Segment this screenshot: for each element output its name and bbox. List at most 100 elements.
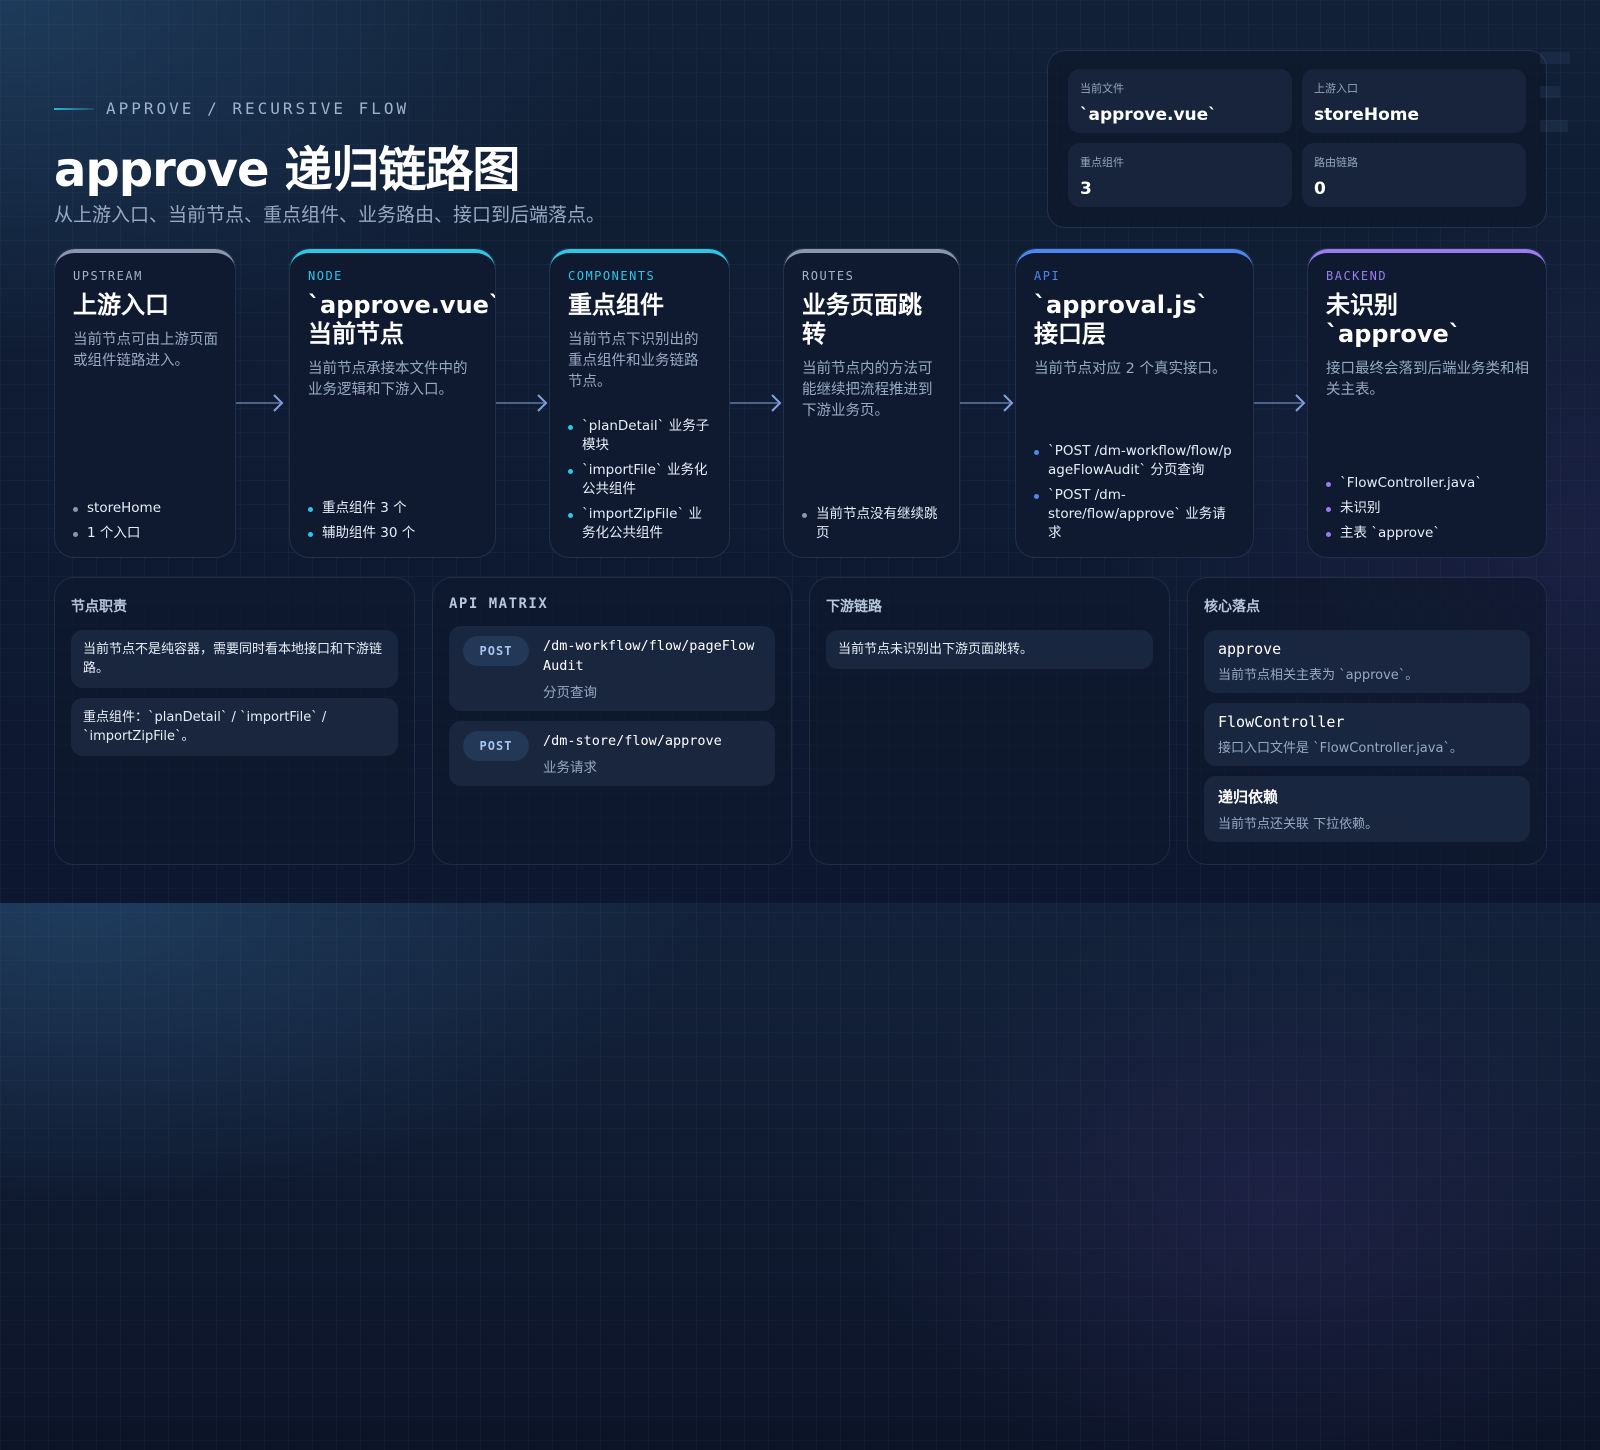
http-method-badge: POST <box>463 731 529 761</box>
background-bottom <box>0 903 1600 1450</box>
eyebrow: APPROVE / RECURSIVE FLOW <box>54 99 409 118</box>
stat-current-file: 当前文件 `approve.vue` <box>1068 69 1292 133</box>
core-item-description: 当前节点还关联 下拉依赖。 <box>1218 817 1379 832</box>
core-item: FlowController 接口入口文件是 `FlowController.j… <box>1204 703 1530 766</box>
bullet-dot <box>73 507 78 512</box>
panel-title: 核心落点 <box>1204 599 1260 615</box>
list-item-text: 未识别 <box>1340 500 1381 516</box>
bullet-dot <box>568 425 573 430</box>
stat-value: `approve.vue` <box>1080 105 1217 125</box>
note-item: 重点组件：`planDetail` / `importFile` / `impo… <box>71 698 398 756</box>
panel-title: 节点职责 <box>71 599 127 615</box>
panel-api-matrix: API MATRIX POST /dm-workflow/flow/pageFl… <box>432 577 792 865</box>
core-item-description: 接口入口文件是 `FlowController.java`。 <box>1218 741 1463 756</box>
list-item-text: `POST /dm-store/flow/approve` 业务请求 <box>1048 487 1226 541</box>
card-title: 业务页面跳转 <box>802 291 922 348</box>
card-kicker: UPSTREAM <box>73 269 143 283</box>
card-title: `approval.js` 接口层 <box>1034 291 1209 348</box>
bullet-dot <box>308 507 313 512</box>
stat-value: storeHome <box>1314 105 1419 125</box>
http-method-badge: POST <box>463 636 529 666</box>
stats-panel: 当前文件 `approve.vue` 上游入口 storeHome 重点组件 3… <box>1047 50 1547 228</box>
core-item-description: 当前节点相关主表为 `approve`。 <box>1218 668 1419 683</box>
list-item: 重点组件 3 个 <box>308 499 481 518</box>
card-list: storeHome 1 个入口 <box>73 493 221 543</box>
api-path: /dm-workflow/flow/pageFlowAudit <box>543 638 755 674</box>
list-item: `importZipFile` 业务化公共组件 <box>568 505 715 543</box>
api-info: /dm-store/flow/approve 业务请求 <box>543 731 761 776</box>
list-item: `POST /dm-workflow/flow/pageFlowAudit` 分… <box>1034 442 1239 480</box>
api-path: /dm-store/flow/approve <box>543 733 722 749</box>
list-item-text: `planDetail` 业务子模块 <box>582 418 710 453</box>
flow-card-backend: BACKEND 未识别 `approve` 接口最终会落到后端业务类和相关主表。… <box>1307 248 1547 558</box>
page-subtitle: 从上游入口、当前节点、重点组件、业务路由、接口到后端落点。 <box>54 204 606 226</box>
card-title: 重点组件 <box>568 291 664 319</box>
card-title: 未识别 `approve` <box>1326 291 1461 348</box>
card-accent <box>290 249 495 269</box>
stat-value: 0 <box>1314 179 1326 199</box>
stat-label: 当前文件 <box>1080 82 1124 95</box>
card-description: 当前节点下识别出的重点组件和业务链路节点。 <box>568 332 699 390</box>
panel-title: API MATRIX <box>449 596 549 612</box>
list-item: `planDetail` 业务子模块 <box>568 417 715 455</box>
list-item: storeHome <box>73 499 221 518</box>
eyebrow-text: APPROVE / RECURSIVE FLOW <box>106 99 410 118</box>
list-item: 未识别 <box>1326 499 1532 518</box>
card-accent <box>1016 249 1253 269</box>
stat-route-links: 路由链路 0 <box>1302 143 1526 207</box>
list-item: `importFile` 业务化公共组件 <box>568 461 715 499</box>
bullet-dot <box>1034 450 1039 455</box>
api-row[interactable]: POST /dm-store/flow/approve 业务请求 <box>449 721 775 786</box>
bullet-dot <box>1326 507 1331 512</box>
card-description: 当前节点可由上游页面或组件链路进入。 <box>73 332 218 369</box>
stat-label: 上游入口 <box>1314 82 1358 95</box>
note-item: 当前节点未识别出下游页面跳转。 <box>826 630 1153 669</box>
card-kicker: NODE <box>308 269 343 283</box>
panel-node-duty: 节点职责 当前节点不是纯容器，需要同时看本地接口和下游链路。 重点组件：`pla… <box>54 577 415 865</box>
card-accent <box>550 249 729 269</box>
flow-card-node: NODE `approve.vue` 当前节点 当前节点承接本文件中的业务逻辑和… <box>289 248 496 558</box>
arrow-right-icon <box>236 391 284 415</box>
list-item: `FlowController.java` <box>1326 474 1532 493</box>
list-item-text: storeHome <box>87 500 162 516</box>
list-item-text: 1 个入口 <box>87 525 141 541</box>
list-item: `POST /dm-store/flow/approve` 业务请求 <box>1034 486 1239 543</box>
card-kicker: ROUTES <box>802 269 855 283</box>
core-item: 递归依赖 当前节点还关联 下拉依赖。 <box>1204 776 1530 842</box>
arrow-right-icon <box>496 391 548 415</box>
api-description: 业务请求 <box>543 760 597 776</box>
panel-title: 下游链路 <box>826 599 882 615</box>
flow-card-api: API `approval.js` 接口层 当前节点对应 2 个真实接口。 `P… <box>1015 248 1254 558</box>
core-item-name: FlowController <box>1218 713 1345 731</box>
bullet-dot <box>568 513 573 518</box>
core-item: approve 当前节点相关主表为 `approve`。 <box>1204 630 1530 693</box>
card-kicker: COMPONENTS <box>568 269 656 283</box>
list-item-text: `POST /dm-workflow/flow/pageFlowAudit` 分… <box>1048 443 1232 478</box>
stat-value: 3 <box>1080 179 1092 199</box>
decorative-bars <box>1540 52 1570 154</box>
flow-card-routes: ROUTES 业务页面跳转 当前节点内的方法可能继续把流程推进到下游业务页。 当… <box>783 248 960 558</box>
card-title: 上游入口 <box>73 291 169 319</box>
card-list: `planDetail` 业务子模块 `importFile` 业务化公共组件 … <box>568 411 715 543</box>
stat-key-components: 重点组件 3 <box>1068 143 1292 207</box>
card-list: `POST /dm-workflow/flow/pageFlowAudit` 分… <box>1034 436 1239 543</box>
list-item: 1 个入口 <box>73 524 221 543</box>
card-accent <box>55 249 235 269</box>
bullet-dot <box>1326 482 1331 487</box>
bullet-dot <box>1034 494 1039 499</box>
panel-core-landing: 核心落点 approve 当前节点相关主表为 `approve`。 FlowCo… <box>1187 577 1547 865</box>
card-description: 当前节点内的方法可能继续把流程推进到下游业务页。 <box>802 361 933 419</box>
card-description: 当前节点对应 2 个真实接口。 <box>1034 361 1227 377</box>
card-title: `approve.vue` 当前节点 <box>308 291 496 348</box>
bullet-dot <box>73 532 78 537</box>
bullet-dot <box>308 532 313 537</box>
card-list: `FlowController.java` 未识别 主表 `approve` <box>1326 468 1532 543</box>
card-accent <box>1308 249 1546 269</box>
arrow-right-icon <box>960 391 1014 415</box>
list-item: 辅助组件 30 个 <box>308 524 481 543</box>
panel-downstream: 下游链路 当前节点未识别出下游页面跳转。 <box>809 577 1170 865</box>
list-item-text: 辅助组件 30 个 <box>322 525 416 541</box>
list-item: 当前节点没有继续跳页 <box>802 505 945 543</box>
api-row[interactable]: POST /dm-workflow/flow/pageFlowAudit 分页查… <box>449 626 775 711</box>
stat-upstream-entry: 上游入口 storeHome <box>1302 69 1526 133</box>
